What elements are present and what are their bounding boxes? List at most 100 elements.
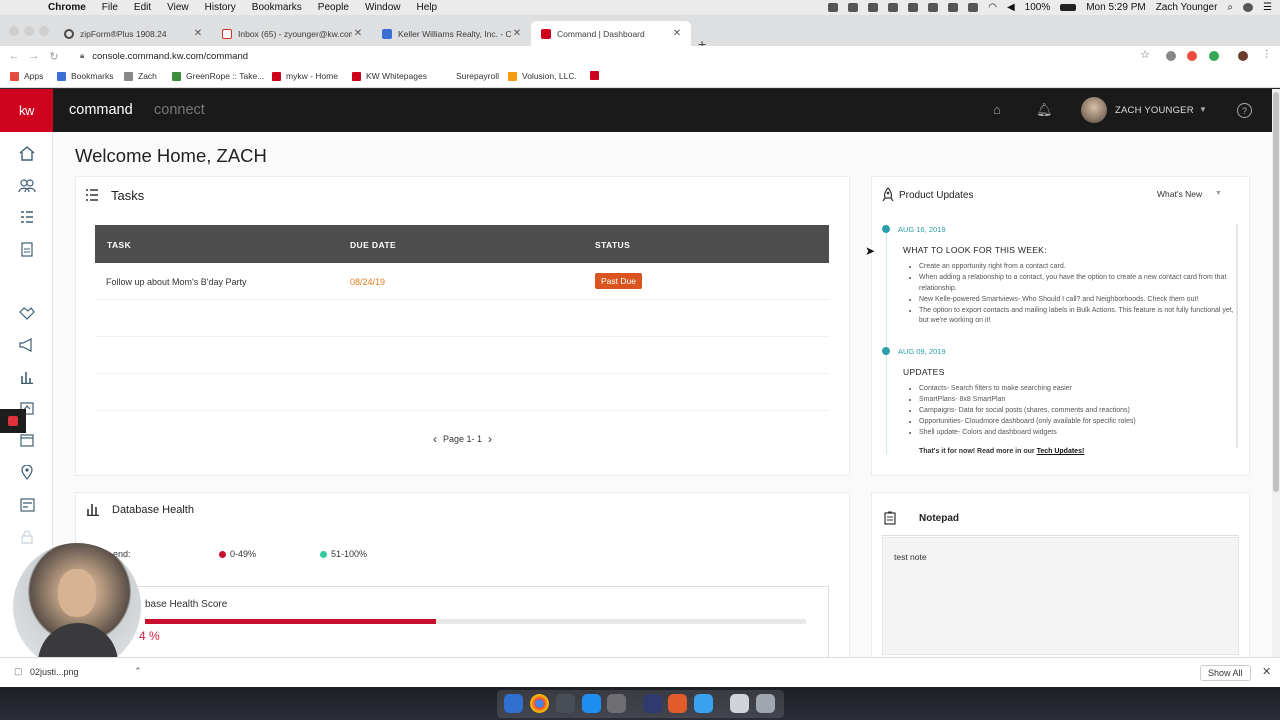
bookmark-folder[interactable]: Zach (124, 71, 157, 81)
address-bar[interactable]: 🔒︎ console.command.kw.com/command (80, 48, 248, 64)
tray-icon[interactable] (888, 3, 899, 12)
column-header[interactable]: TASK (107, 240, 131, 250)
show-all-button[interactable]: Show All (1200, 665, 1251, 681)
menu-edit[interactable]: Edit (134, 2, 151, 13)
download-item[interactable]: 02justi...png (30, 667, 79, 677)
bookmark-volusion[interactable]: Volusion, LLC. (508, 71, 577, 81)
browser-tab[interactable]: Keller Williams Realty, Inc. - Ca ✕ (372, 21, 531, 46)
contacts-icon[interactable] (18, 178, 36, 194)
menu-help[interactable]: Help (417, 2, 438, 13)
tray-icon[interactable] (868, 3, 879, 12)
trash-icon[interactable] (756, 694, 775, 713)
spotlight-icon[interactable]: ⌕ (1227, 2, 1233, 13)
updates-filter-dropdown[interactable]: What's New (1157, 189, 1202, 199)
bookmark-kw[interactable] (590, 71, 604, 80)
url-text[interactable]: console.command.kw.com/command (92, 51, 248, 62)
chrome-menu-icon[interactable]: ⋮ (1262, 49, 1272, 60)
tray-icon[interactable] (828, 3, 839, 12)
window-zoom-button[interactable] (39, 26, 49, 36)
avatar[interactable] (1081, 97, 1107, 123)
browser-tab-active[interactable]: Command | Dashboard ✕ (531, 21, 691, 46)
finder-icon[interactable] (504, 694, 523, 713)
chevron-right-icon[interactable]: › (488, 432, 492, 446)
tray-icon[interactable] (848, 3, 859, 12)
back-icon[interactable]: ← (4, 50, 24, 62)
close-icon[interactable]: ✕ (1262, 665, 1271, 678)
tray-icon[interactable] (968, 3, 979, 12)
menubar-user[interactable]: Zach Younger (1156, 2, 1218, 13)
column-header[interactable]: STATUS (595, 240, 630, 250)
forward-icon[interactable]: → (24, 50, 44, 62)
menu-history[interactable]: History (205, 2, 236, 13)
menu-bookmarks[interactable]: Bookmarks (252, 2, 302, 13)
lock-icon[interactable] (18, 529, 36, 545)
bookmark-bookmarks[interactable]: Bookmarks (57, 71, 114, 81)
app-icon[interactable] (556, 694, 575, 713)
username[interactable]: ZACH YOUNGER (1115, 105, 1194, 116)
task-name[interactable]: Follow up about Mom's B'day Party (106, 277, 247, 287)
listing-icon[interactable] (18, 497, 36, 513)
bookmark-surepayroll[interactable]: Surepayroll (442, 71, 499, 81)
clock[interactable]: Mon 5:29 PM (1086, 2, 1145, 13)
extension-icon[interactable] (1187, 51, 1197, 61)
folder-icon[interactable] (730, 694, 749, 713)
app-store-icon[interactable] (582, 694, 601, 713)
siri-icon[interactable] (1243, 3, 1254, 12)
chrome-icon[interactable] (530, 694, 549, 713)
app-icon[interactable] (643, 694, 662, 713)
calendar-icon[interactable] (18, 432, 36, 448)
chevron-up-icon[interactable]: ⌃ (134, 666, 142, 677)
menu-file[interactable]: File (102, 2, 118, 13)
tray-icon[interactable] (928, 3, 939, 12)
tech-updates-link[interactable]: Tech Updates! (1037, 448, 1085, 455)
wifi-icon[interactable]: ◠ (988, 2, 997, 13)
tray-icon[interactable] (908, 3, 919, 12)
window-minimize-button[interactable] (24, 26, 34, 36)
chevron-down-icon[interactable]: ▼ (1199, 105, 1207, 114)
menu-app[interactable]: Chrome (48, 2, 86, 13)
updates-scrollbar[interactable] (1236, 224, 1238, 448)
tab-close-icon[interactable]: ✕ (671, 28, 683, 39)
extension-icon[interactable] (1166, 51, 1176, 61)
column-header[interactable]: DUE DATE (350, 240, 396, 250)
kw-logo[interactable]: kw (0, 89, 53, 132)
profile-avatar[interactable] (1238, 51, 1248, 61)
document-icon[interactable] (18, 241, 36, 257)
reload-icon[interactable]: ↻ (44, 50, 64, 63)
notepad-textarea[interactable]: test note (882, 537, 1239, 655)
home-icon[interactable] (18, 145, 36, 161)
bookmark-apps[interactable]: Apps (10, 71, 43, 81)
safari-icon[interactable] (694, 694, 713, 713)
window-close-button[interactable] (9, 26, 19, 36)
tab-close-icon[interactable]: ✕ (192, 28, 204, 39)
bookmark-star-icon[interactable]: ☆ (1140, 48, 1150, 61)
tray-icon[interactable] (948, 3, 959, 12)
chevron-left-icon[interactable]: ‹ (433, 432, 437, 446)
bell-icon[interactable]: 🔔︎ (1036, 102, 1053, 118)
bar-chart-icon[interactable] (18, 369, 36, 385)
browser-tab[interactable]: Inbox (65) - zyounger@kw.com ✕ (212, 21, 372, 46)
firefox-icon[interactable] (668, 694, 687, 713)
help-icon[interactable]: ? (1237, 103, 1252, 118)
battery-percent[interactable]: 100% (1025, 2, 1051, 13)
tasks-icon[interactable] (18, 209, 36, 225)
notepad-text[interactable]: test note (894, 552, 927, 562)
extension-icon[interactable] (1209, 51, 1219, 61)
notification-center-icon[interactable]: ☰ (1263, 2, 1272, 13)
store-icon[interactable]: ⌂ (993, 102, 1001, 117)
record-button[interactable] (0, 409, 26, 433)
menu-view[interactable]: View (167, 2, 189, 13)
chevron-down-icon[interactable]: ▼ (1215, 190, 1222, 197)
volume-icon[interactable]: ◀ (1007, 2, 1015, 13)
bookmark-greenrope[interactable]: GreenRope :: Take... (172, 71, 264, 81)
tab-close-icon[interactable]: ✕ (352, 28, 364, 39)
settings-icon[interactable] (607, 694, 626, 713)
nav-connect[interactable]: connect (154, 102, 205, 118)
handshake-icon[interactable] (18, 305, 36, 321)
bookmark-mykw[interactable]: mykw - Home (272, 71, 338, 81)
menu-people[interactable]: People (318, 2, 349, 13)
table-row[interactable]: Follow up about Mom's B'day Party 08/24/… (95, 263, 829, 300)
nav-command[interactable]: command (69, 102, 133, 118)
megaphone-icon[interactable] (18, 337, 36, 353)
bookmark-kw-whitepages[interactable]: KW Whitepages (352, 71, 427, 81)
